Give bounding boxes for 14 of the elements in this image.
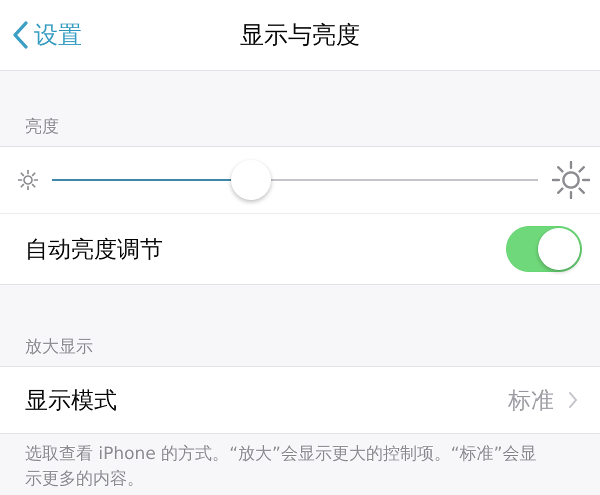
- footer-note: 选取查看 iPhone 的方式。“放大”会显示更大的控制项。“标准”会显示更多的内容。: [25, 443, 538, 491]
- section-header: 放大显示: [25, 337, 93, 357]
- slider-thumb[interactable]: [231, 160, 272, 200]
- setting-value: 标准: [508, 386, 554, 416]
- section-header: 亮度: [25, 117, 59, 137]
- settings-row[interactable]: 显示模式 标准: [0, 367, 600, 433]
- dim-sun-icon: [18, 170, 38, 190]
- setting-label: 显示模式: [25, 386, 118, 416]
- toggle-switch[interactable]: [506, 226, 582, 272]
- setting-label: 自动亮度调节: [25, 236, 163, 264]
- chevron-icon: [568, 391, 578, 409]
- page-title: 显示与亮度: [240, 20, 360, 51]
- back-chevron-icon: [12, 21, 28, 49]
- bright-sun-icon: [552, 161, 590, 199]
